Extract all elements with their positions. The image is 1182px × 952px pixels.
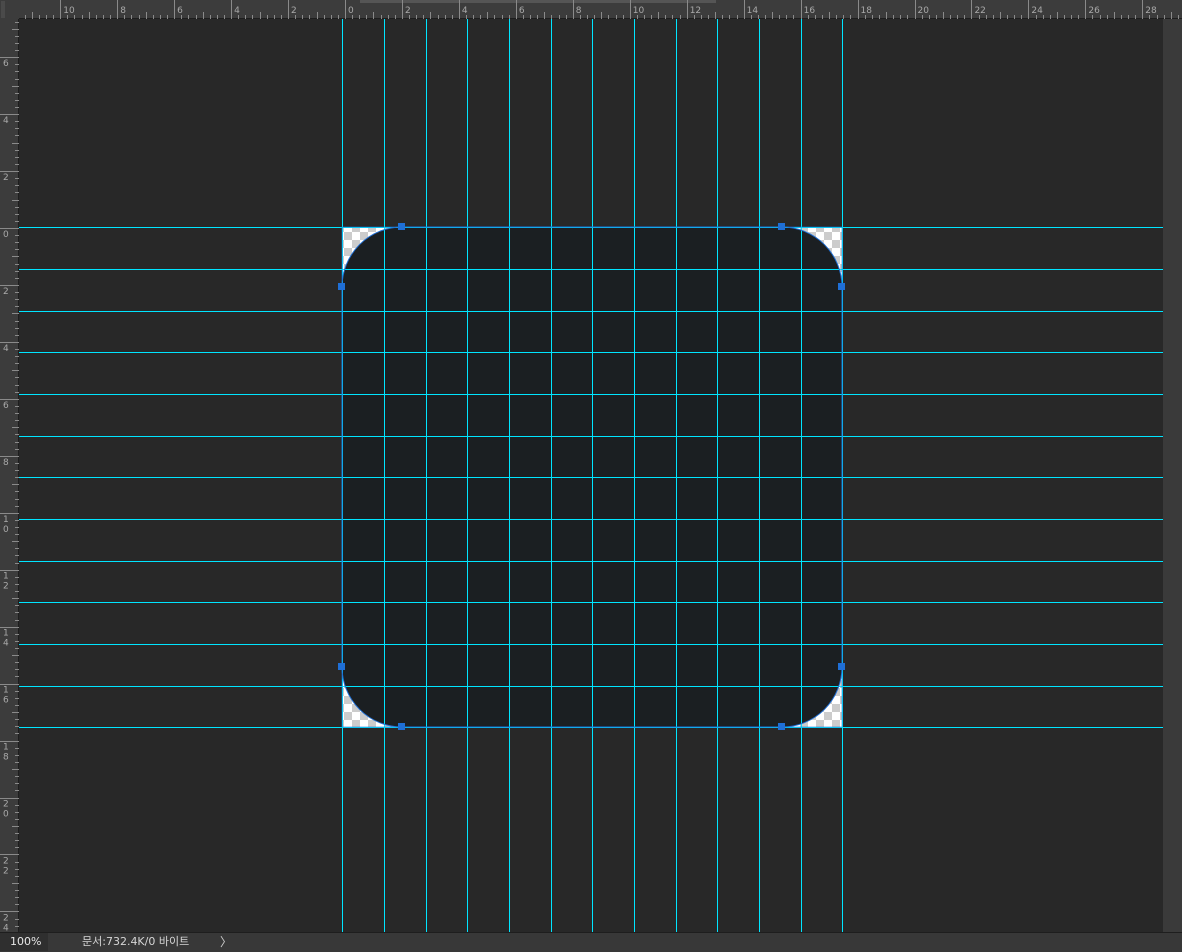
anchor-point[interactable] — [838, 283, 845, 290]
ruler-label: 20 — [3, 800, 9, 820]
anchor-point[interactable] — [338, 663, 345, 670]
ruler-label: 8 — [3, 458, 9, 468]
ruler-label: 2 — [405, 6, 411, 16]
ruler-label: 18 — [3, 743, 9, 763]
horizontal-ruler[interactable]: 10 8 6 4 2 0 2 4 6 8 10 12 14 16 18 20 22 24 26 28 — [0, 0, 1182, 19]
ruler-label: 16 — [804, 6, 816, 16]
ruler-label: 6 — [519, 6, 525, 16]
ruler-label: 2 — [3, 173, 9, 183]
ruler-label: 4 — [3, 344, 9, 354]
ruler-label: 6 — [3, 59, 9, 69]
ruler-label: 12 — [3, 572, 9, 592]
ruler-label: 0 — [3, 230, 9, 240]
status-bar: 100% 문서:732.4K/0 바이트 〉 — [0, 932, 1182, 952]
vertical-ruler[interactable]: 642024681 01 21 41 61 82 02 22 4 — [0, 0, 19, 933]
document-size-info[interactable]: 문서:732.4K/0 바이트 — [82, 933, 189, 951]
ruler-label: 26 — [1088, 6, 1100, 16]
zoom-level-field[interactable]: 100% — [0, 933, 48, 951]
anchor-point[interactable] — [778, 723, 785, 730]
anchor-point[interactable] — [398, 223, 405, 230]
ruler-label: 10 — [63, 6, 75, 16]
ruler-label: 6 — [177, 6, 183, 16]
vertical-scrollbar[interactable] — [1163, 19, 1182, 932]
anchor-point[interactable] — [398, 723, 405, 730]
status-menu-arrow-icon[interactable]: 〉 — [219, 933, 233, 951]
ruler-label: 8 — [120, 6, 126, 16]
anchor-point[interactable] — [838, 663, 845, 670]
ruler-label: 4 — [234, 6, 240, 16]
ruler-label: 24 — [1031, 6, 1043, 16]
ruler-label: 14 — [3, 629, 9, 649]
ruler-label: 14 — [747, 6, 759, 16]
anchor-point[interactable] — [338, 283, 345, 290]
ruler-label: 16 — [3, 686, 9, 706]
canvas-stage: 10 8 6 4 2 0 2 4 6 8 10 12 14 16 18 20 22 24 26 28 64202468… — [0, 0, 1182, 933]
ruler-label: 24 — [3, 913, 9, 933]
ruler-label: 20 — [918, 6, 930, 16]
ruler-label: 22 — [974, 6, 985, 16]
ruler-label: 2 — [291, 6, 297, 16]
ruler-label: 10 — [633, 6, 645, 16]
ruler-label: 6 — [3, 401, 9, 411]
ruler-label: 0 — [348, 6, 354, 16]
ruler-label: 4 — [3, 116, 9, 126]
ruler-label: 22 — [3, 856, 9, 876]
ruler-label: 4 — [462, 6, 468, 16]
ruler-label: 18 — [861, 6, 873, 16]
ruler-label: 10 — [3, 515, 9, 535]
ruler-label: 8 — [576, 6, 582, 16]
ruler-label: 2 — [3, 287, 9, 297]
anchor-point[interactable] — [778, 223, 785, 230]
ruler-label: 28 — [1145, 6, 1157, 16]
ruler-label: 12 — [690, 6, 701, 16]
